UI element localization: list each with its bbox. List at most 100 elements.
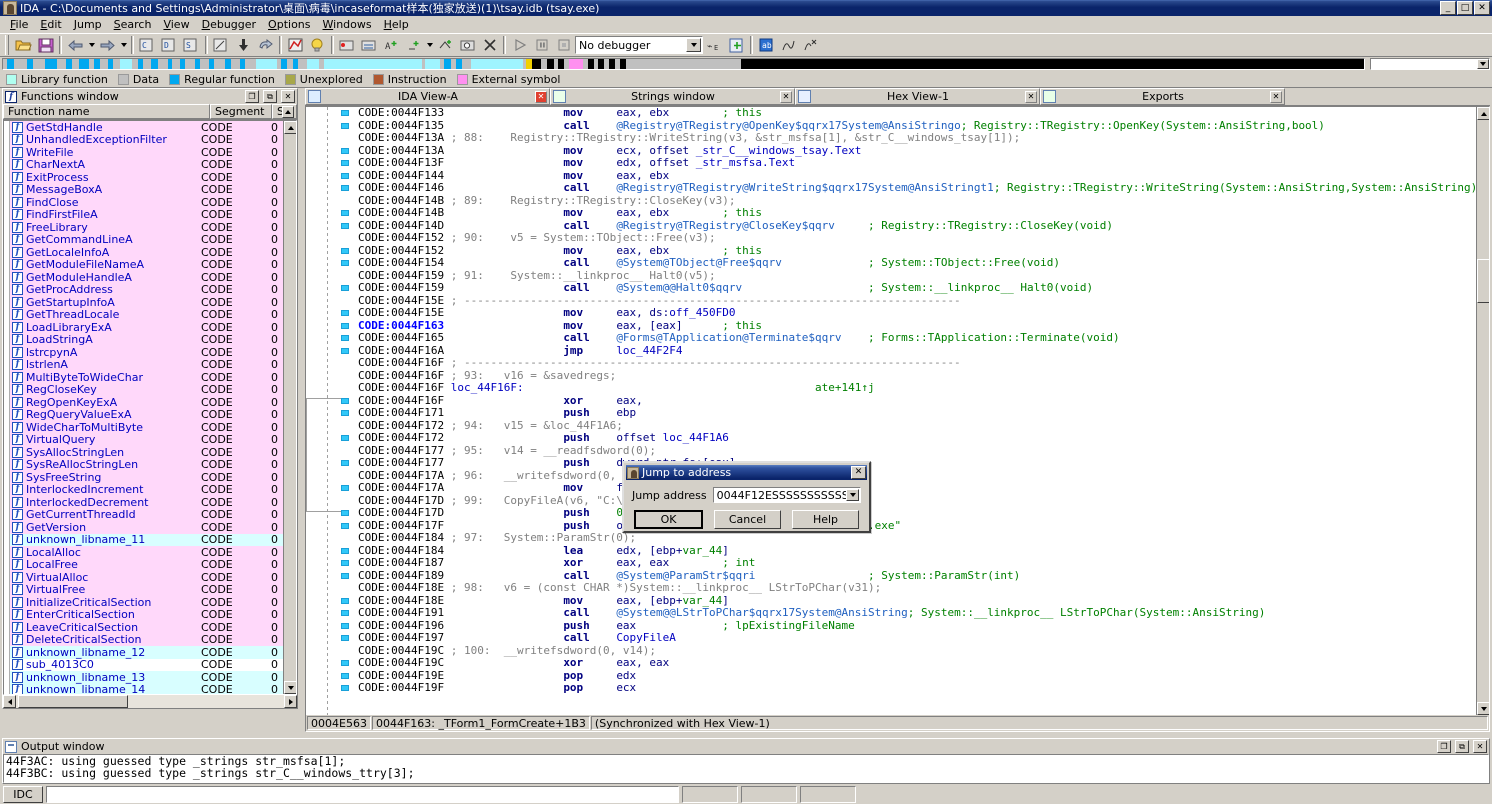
tab-close-icon[interactable]: ✕ [780, 91, 792, 103]
data-icon[interactable]: D [159, 35, 180, 55]
chevron-down-icon[interactable] [846, 489, 859, 501]
disassembly-line[interactable]: CODE:0044F15E mov eax, ds:off_450FD0 [358, 307, 1489, 320]
disassembly-line[interactable]: CODE:0044F13F mov edx, offset _str_msfsa… [358, 157, 1489, 170]
disassembly-vertical-scrollbar[interactable] [1476, 107, 1489, 715]
menu-item-view[interactable]: View [157, 17, 195, 32]
function-list-row[interactable]: fGetCurrentThreadIdCODE0 [4, 509, 283, 522]
ok-button[interactable]: OK [634, 510, 703, 529]
scroll-thumb[interactable] [18, 695, 128, 708]
function-list-row[interactable]: fLoadStringACODE0 [4, 334, 283, 347]
code-icon[interactable]: C [137, 35, 158, 55]
function-list-row[interactable]: fEnterCriticalSectionCODE0 [4, 609, 283, 622]
scroll-track[interactable] [16, 695, 284, 708]
function-list-row[interactable]: fGetThreadLocaleCODE0 [4, 309, 283, 322]
breakpoint-dot-icon[interactable] [341, 160, 349, 166]
scroll-left-button[interactable] [3, 695, 16, 708]
function-list-row[interactable]: flstrcpynACODE0 [4, 346, 283, 359]
step-icon[interactable] [403, 35, 424, 55]
breakpoint-dot-icon[interactable] [341, 548, 349, 554]
function-list-row[interactable]: fFreeLibraryCODE0 [4, 221, 283, 234]
function-list-row[interactable]: fLeaveCriticalSectionCODE0 [4, 621, 283, 634]
disassembly-line[interactable]: CODE:0044F18E ; 98: v6 = (const CHAR *)S… [358, 582, 1489, 595]
breakpoint-dot-icon[interactable] [341, 148, 349, 154]
menu-item-jump[interactable]: Jump [68, 17, 108, 32]
function-list-row[interactable]: fVirtualFreeCODE0 [4, 584, 283, 597]
graph-view-icon[interactable] [285, 35, 306, 55]
breakpoint-dot-icon[interactable] [341, 348, 349, 354]
trace-icon[interactable] [359, 35, 380, 55]
back-dropdown-icon[interactable] [87, 35, 96, 55]
stop-icon[interactable] [553, 35, 574, 55]
breakpoint-dot-icon[interactable] [341, 460, 349, 466]
scroll-right-button[interactable] [284, 695, 297, 708]
snapshot-icon[interactable] [457, 35, 478, 55]
add-bp-icon[interactable]: A [381, 35, 402, 55]
function-list-row[interactable]: fCharNextACODE0 [4, 159, 283, 172]
function-list-row[interactable]: fMessageBoxACODE0 [4, 184, 283, 197]
attach-process-icon[interactable]: ⌁E [704, 35, 725, 55]
function-list-row[interactable]: flstrlenACODE0 [4, 359, 283, 372]
menu-item-help[interactable]: Help [378, 17, 415, 32]
maximize-button[interactable]: □ [1457, 1, 1473, 15]
function-list-row[interactable]: funknown_libname_11CODE0 [4, 534, 283, 547]
tab-close-icon[interactable]: ✕ [1025, 91, 1037, 103]
output-restore-button[interactable]: ⧉ [1455, 740, 1469, 753]
help-button[interactable]: Help [792, 510, 859, 529]
breakpoint-dot-icon[interactable] [341, 248, 349, 254]
function-list-row[interactable]: fInitializeCriticalSectionCODE0 [4, 596, 283, 609]
breakpoint-dot-icon[interactable] [341, 635, 349, 641]
tab-close-icon[interactable]: ✕ [1270, 91, 1282, 103]
back-arrow-icon[interactable] [65, 35, 86, 55]
strings-window-icon[interactable]: ab [756, 35, 777, 55]
output-log[interactable]: 44F3AC: using guessed type _strings str_… [3, 754, 1489, 783]
function-list-row[interactable]: funknown_libname_13CODE0 [4, 671, 283, 684]
struct-icon[interactable]: S [181, 35, 202, 55]
disassembly-line[interactable]: CODE:0044F191 call @System@@LStrToPChar$… [358, 607, 1489, 620]
close-button[interactable]: ✕ [1474, 1, 1490, 15]
function-list-row[interactable]: fVirtualQueryCODE0 [4, 434, 283, 447]
jump-address-input[interactable]: 0044F12ESSSSSSSSSSS [713, 487, 861, 503]
breakpoint-dot-icon[interactable] [341, 610, 349, 616]
function-list-row[interactable]: fDeleteCriticalSectionCODE0 [4, 634, 283, 647]
tab-ida-view-a[interactable]: IDA View-A✕ [305, 88, 550, 105]
tab-close-icon[interactable]: ✕ [535, 91, 547, 103]
breakpoint-dot-icon[interactable] [341, 335, 349, 341]
function-list-row[interactable]: fGetModuleHandleACODE0 [4, 271, 283, 284]
function-list-row[interactable]: fFindFirstFileACODE0 [4, 209, 283, 222]
breakpoint-dot-icon[interactable] [341, 598, 349, 604]
tab-exports[interactable]: Exports✕ [1040, 88, 1285, 105]
delete-icon[interactable] [479, 35, 500, 55]
breakpoint-dot-icon[interactable] [341, 260, 349, 266]
disassembly-listing[interactable]: CODE:0044F133 mov eax, ebx ; thisCODE:00… [358, 107, 1489, 715]
function-list-row[interactable]: fsub_4013C0CODE0 [4, 659, 283, 672]
disassembly-line[interactable]: CODE:0044F152 ; 90: v5 = System::TObject… [358, 232, 1489, 245]
function-list-row[interactable]: fGetLocaleInfoACODE0 [4, 246, 283, 259]
function-list-row[interactable]: fWriteFileCODE0 [4, 146, 283, 159]
function-list-row[interactable]: fGetStartupInfoACODE0 [4, 296, 283, 309]
function-list-row[interactable]: fMultiByteToWideCharCODE0 [4, 371, 283, 384]
breakpoint-dot-icon[interactable] [341, 673, 349, 679]
function-list-row[interactable]: fRegQueryValueExACODE0 [4, 409, 283, 422]
function-list-row[interactable]: fInterlockedDecrementCODE0 [4, 496, 283, 509]
function-list-row[interactable]: fFindCloseCODE0 [4, 196, 283, 209]
disassembly-line[interactable]: CODE:0044F165 call @Forms@TApplication@T… [358, 332, 1489, 345]
save-icon[interactable] [35, 35, 56, 55]
open-file-icon[interactable] [13, 35, 34, 55]
function-list-row[interactable]: fWideCharToMultiByteCODE0 [4, 421, 283, 434]
scroll-up-button[interactable] [284, 121, 297, 134]
scroll-down-button[interactable] [1477, 702, 1489, 715]
pause-icon[interactable] [531, 35, 552, 55]
scroll-thumb[interactable] [1477, 259, 1489, 303]
dialog-close-button[interactable]: ✕ [851, 466, 866, 479]
function-list-row[interactable]: fGetCommandLineACODE0 [4, 234, 283, 247]
function-list-row[interactable]: fLocalFreeCODE0 [4, 559, 283, 572]
disassembly-line[interactable]: CODE:0044F184 ; 97: System::ParamStr(0); [358, 532, 1489, 545]
menu-item-windows[interactable]: Windows [317, 17, 378, 32]
remove-signature-icon[interactable] [800, 35, 821, 55]
forward-dropdown-icon[interactable] [119, 35, 128, 55]
navigation-strip[interactable] [2, 58, 1365, 70]
column-header-segment[interactable]: Segment [210, 104, 272, 119]
breakpoint-dot-icon[interactable] [341, 285, 349, 291]
undo-icon[interactable] [255, 35, 276, 55]
functions-table-body[interactable]: fGetStdHandleCODE0fUnhandledExceptionFil… [3, 120, 297, 695]
